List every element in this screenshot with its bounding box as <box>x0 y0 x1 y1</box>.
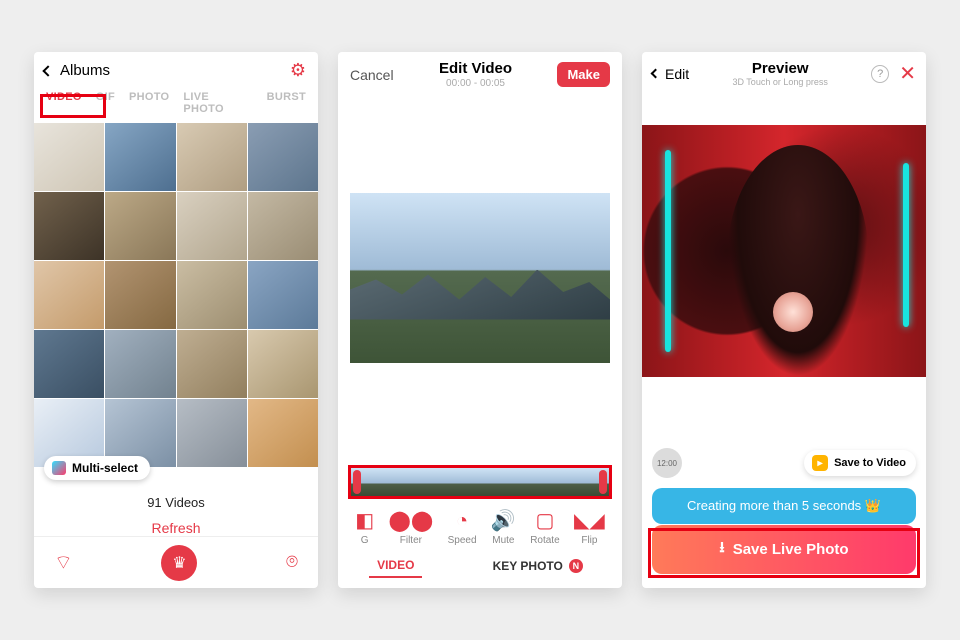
trim-handle-right[interactable] <box>599 470 607 494</box>
video-thumbnail[interactable] <box>105 330 175 398</box>
video-thumbnail[interactable] <box>177 330 247 398</box>
video-preview[interactable] <box>350 193 610 363</box>
settings-gear-icon[interactable]: ⚙ <box>290 60 306 81</box>
header-center: Edit Video 00:00 - 00:05 <box>439 60 512 89</box>
flip-icon: ◣◢ <box>574 511 605 531</box>
multi-select-icon <box>52 461 66 475</box>
header: Albums ⚙ <box>34 52 318 85</box>
video-thumbnail[interactable] <box>248 192 318 260</box>
multi-select-label: Multi-select <box>72 461 138 475</box>
time-range-label: 00:00 - 00:05 <box>439 78 512 89</box>
new-badge: N <box>569 559 583 573</box>
page-title: Preview <box>732 60 827 77</box>
duration-chip[interactable]: 12:00 <box>652 448 682 478</box>
video-thumbnail[interactable] <box>34 330 104 398</box>
video-thumbnail[interactable] <box>177 123 247 191</box>
preview-area <box>338 91 622 465</box>
page-subtitle: 3D Touch or Long press <box>732 77 827 87</box>
bottom-bar: ⌔ ♛ ⌾ <box>34 536 318 588</box>
video-thumbnail[interactable] <box>105 261 175 329</box>
screen-edit-video: Cancel Edit Video 00:00 - 00:05 Make ▶ ◧… <box>338 52 622 588</box>
filter-icon: ⬤⬤ <box>388 511 433 531</box>
tool-row: ◧G ⬤⬤Filter ◔Speed 🔊Mute ▢Rotate ◣◢Flip <box>338 499 622 552</box>
live-photo-preview[interactable] <box>642 125 926 377</box>
header-center: Preview 3D Touch or Long press <box>732 60 827 87</box>
tab-burst[interactable]: BURST <box>267 91 306 115</box>
bg-icon: ◧ <box>355 511 374 531</box>
back-label[interactable]: Albums <box>60 62 110 79</box>
screen-albums: Albums ⚙ VIDEO GIF PHOTO LIVE PHOTO BURS… <box>34 52 318 588</box>
highlight-annotation <box>40 94 106 118</box>
tool-mute[interactable]: 🔊Mute <box>491 511 516 546</box>
refresh-button[interactable]: Refresh <box>34 514 318 542</box>
highlight-annotation <box>648 528 920 578</box>
video-thumbnail[interactable] <box>177 192 247 260</box>
video-thumbnail[interactable] <box>34 261 104 329</box>
mute-icon: 🔊 <box>491 511 516 531</box>
back-button[interactable]: Edit <box>652 66 689 82</box>
video-thumbnail[interactable] <box>34 192 104 260</box>
help-icon[interactable]: ? <box>871 65 889 83</box>
cancel-button[interactable]: Cancel <box>350 67 394 83</box>
tool-speed[interactable]: ◔Speed <box>448 511 477 546</box>
tab-photo[interactable]: PHOTO <box>129 91 169 115</box>
tab-key-photo[interactable]: KEY PHOTO N <box>485 558 591 578</box>
back-chevron-icon[interactable] <box>42 65 53 76</box>
trim-timeline[interactable] <box>348 465 612 499</box>
back-chevron-icon <box>651 69 661 79</box>
info-banner[interactable]: Creating more than 5 seconds 👑 <box>652 488 916 524</box>
close-icon[interactable]: ✕ <box>899 61 916 86</box>
multi-select-button[interactable]: Multi-select <box>44 456 150 480</box>
editor-bottom-tabs: VIDEO KEY PHOTO N <box>338 552 622 588</box>
save-to-video-button[interactable]: ▸ Save to Video <box>804 450 916 476</box>
tab-live-photo[interactable]: LIVE PHOTO <box>183 91 252 115</box>
tool-bg[interactable]: ◧G <box>355 511 374 546</box>
header: Edit Preview 3D Touch or Long press ? ✕ <box>642 52 926 89</box>
tab-video-editor[interactable]: VIDEO <box>369 558 422 578</box>
page-title: Edit Video <box>439 60 512 77</box>
tool-rotate[interactable]: ▢Rotate <box>530 511 559 546</box>
video-thumbnail[interactable] <box>177 399 247 467</box>
video-thumbnail[interactable] <box>248 261 318 329</box>
trim-handle-left[interactable] <box>353 470 361 494</box>
video-thumbnail[interactable] <box>248 330 318 398</box>
video-thumbnail[interactable] <box>105 192 175 260</box>
premium-crown-button[interactable]: ♛ <box>161 545 197 581</box>
screen-preview: Edit Preview 3D Touch or Long press ? ✕ … <box>642 52 926 588</box>
video-icon: ▸ <box>812 455 828 471</box>
rotate-icon: ▢ <box>535 511 554 531</box>
video-thumbnail[interactable] <box>177 261 247 329</box>
tool-filter[interactable]: ⬤⬤Filter <box>388 511 433 546</box>
video-thumbnail[interactable] <box>248 399 318 467</box>
camera-icon[interactable]: ⌾ <box>286 551 298 574</box>
header: Cancel Edit Video 00:00 - 00:05 Make <box>338 52 622 91</box>
tool-flip[interactable]: ◣◢Flip <box>574 511 605 546</box>
make-button[interactable]: Make <box>557 62 610 87</box>
speed-icon: ◔ <box>456 511 468 531</box>
wifi-icon[interactable]: ⌔ <box>54 550 73 575</box>
video-thumbnail[interactable] <box>34 123 104 191</box>
video-count-label: 91 Videos <box>34 491 318 514</box>
video-thumbnail[interactable] <box>248 123 318 191</box>
video-thumbnail[interactable] <box>105 123 175 191</box>
